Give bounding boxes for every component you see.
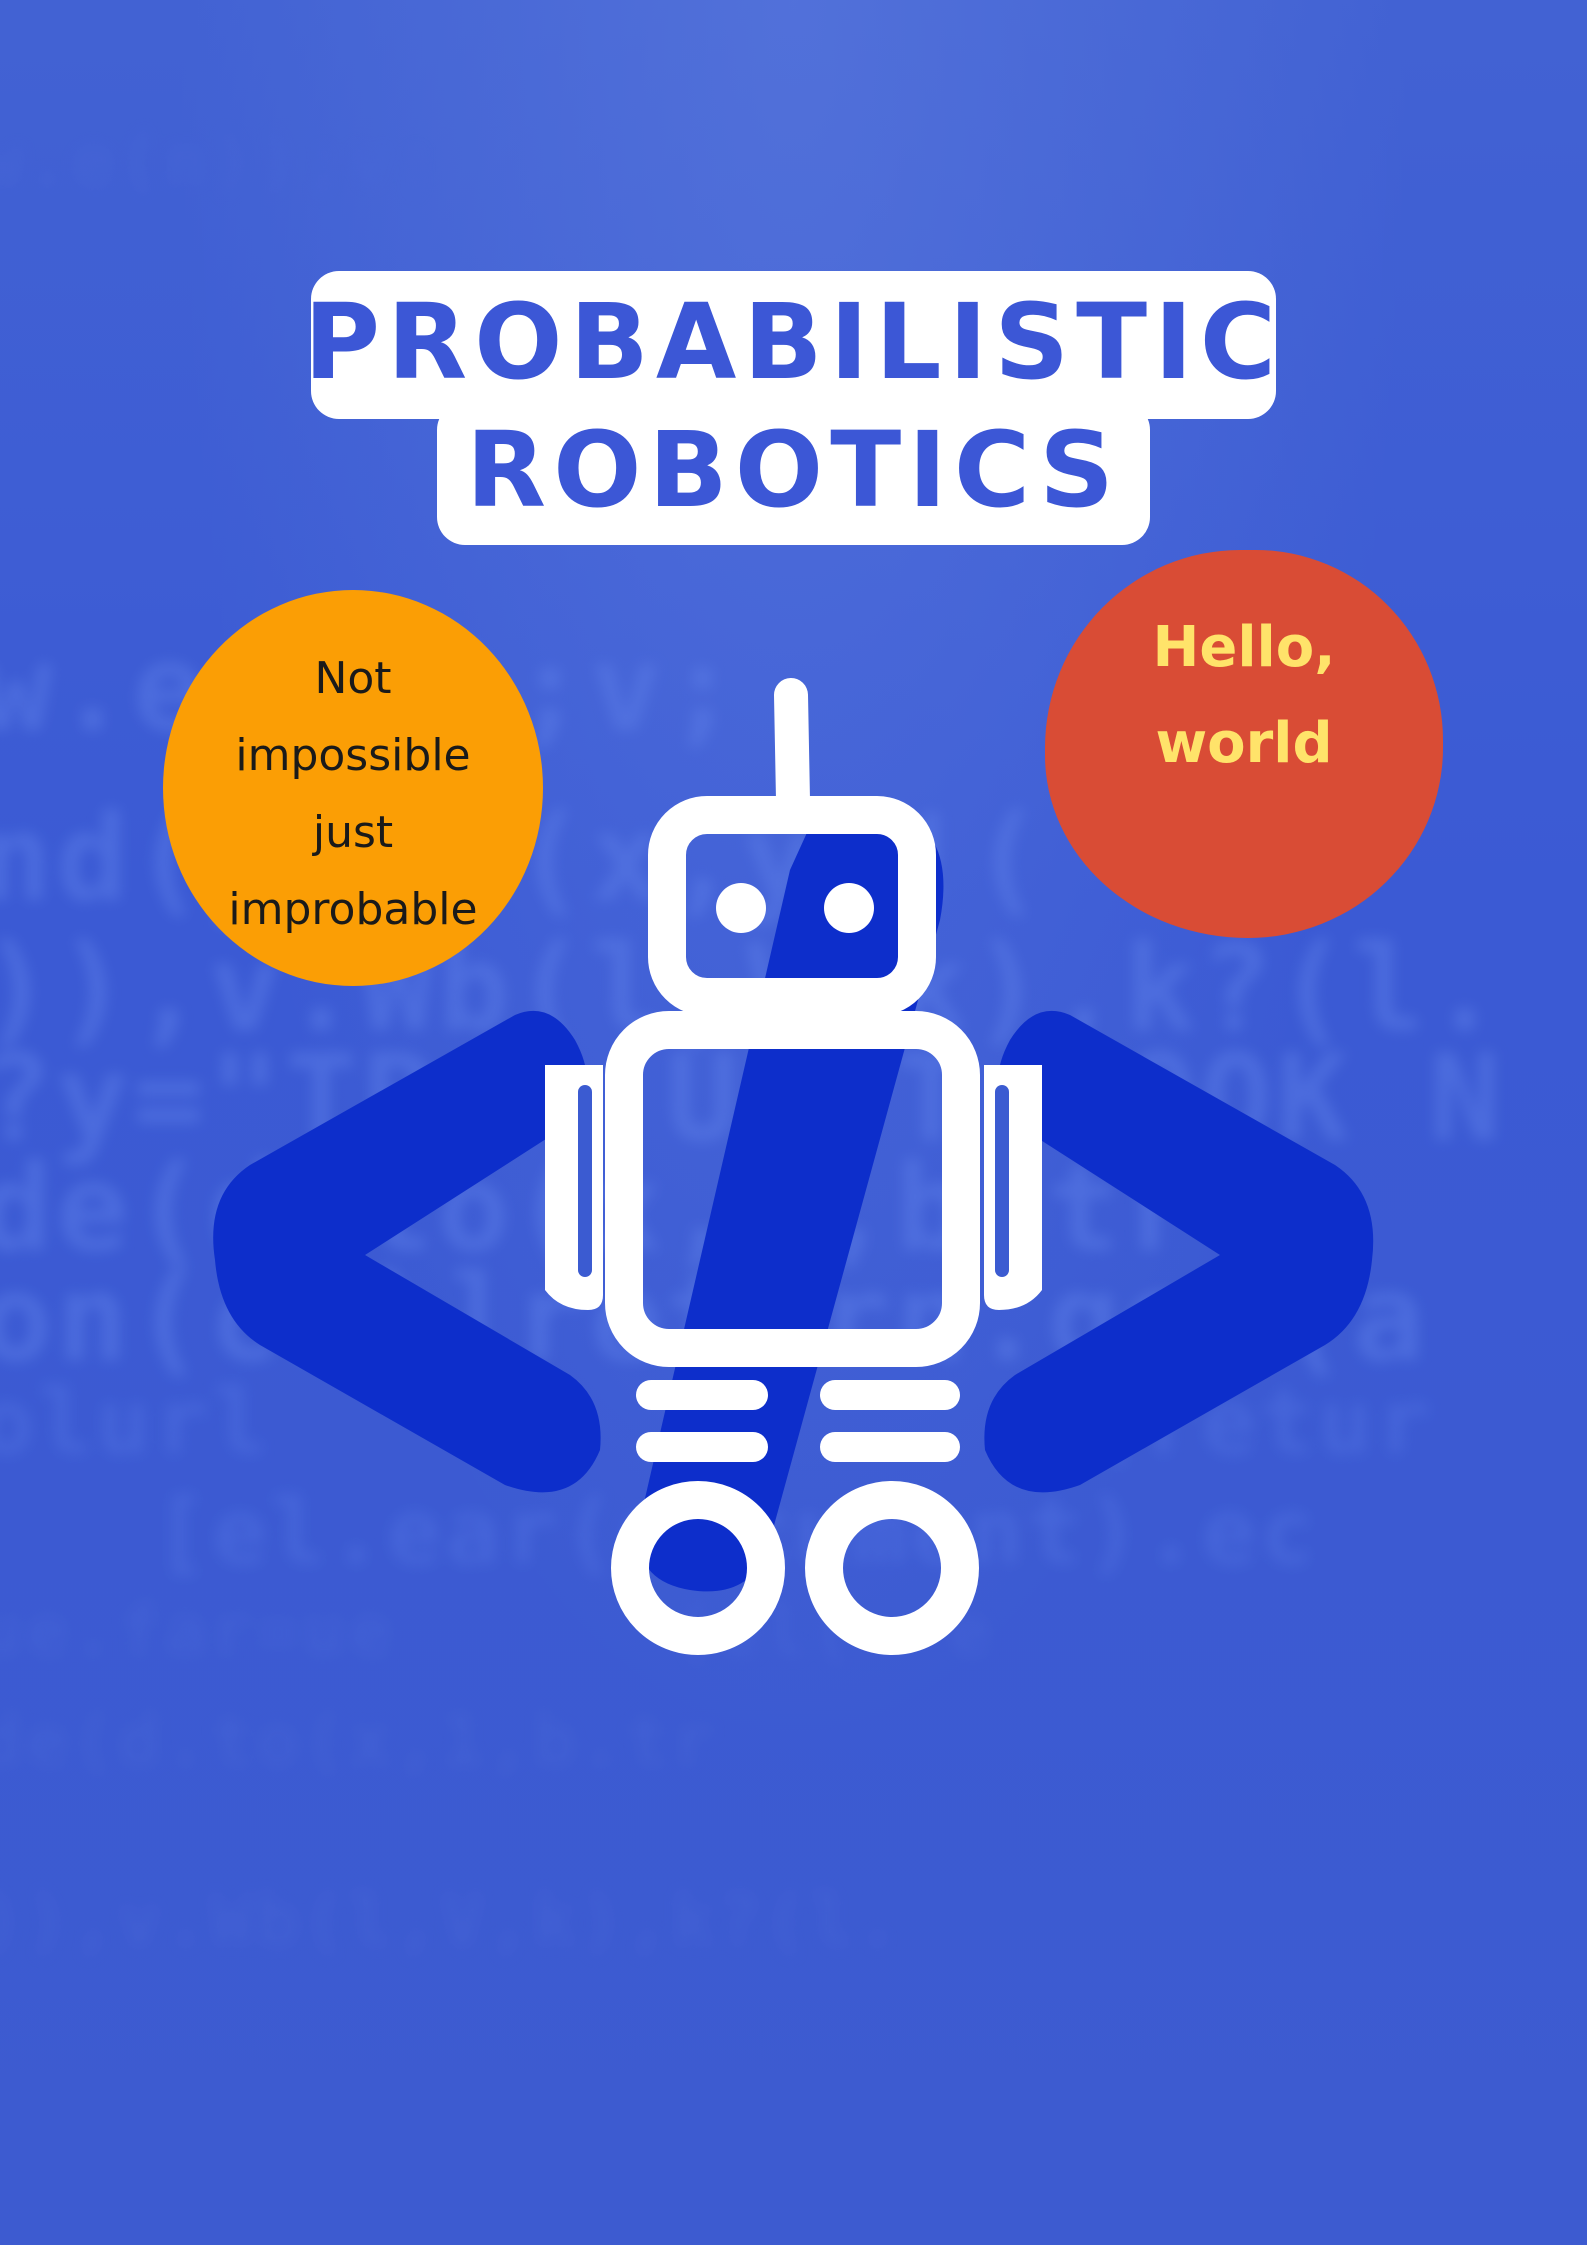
robot-eye-icon bbox=[716, 883, 766, 933]
right-bracket-icon bbox=[984, 1010, 1374, 1493]
robot-arm-icon bbox=[984, 1065, 1042, 1310]
robot-wheel-icon bbox=[805, 1481, 979, 1655]
robot-with-code-brackets-icon bbox=[213, 678, 1374, 1655]
robot-eye-icon bbox=[824, 883, 874, 933]
left-bracket-icon bbox=[213, 1010, 601, 1493]
robot-arm-icon bbox=[545, 1065, 603, 1310]
